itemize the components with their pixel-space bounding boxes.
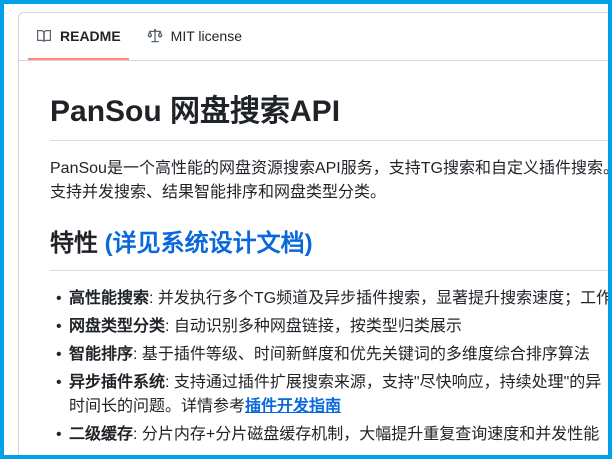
feature-label: 高性能搜索 [69, 290, 149, 307]
features-heading-text: 特性 [50, 230, 105, 257]
file-tabbar: README [19, 13, 612, 61]
tab-mit-license-label: MIT license [171, 28, 242, 44]
intro-line: PanSou是一个高性能的网盘资源搜索API服务，支持TG搜索和自定义插件搜索。 [50, 157, 612, 181]
readme-card: README [18, 12, 612, 459]
book-icon [36, 28, 52, 44]
feature-label: 二级缓存 [69, 426, 133, 443]
readme-content: PanSou 网盘搜索API PanSou是一个高性能的网盘资源搜索API服务，… [19, 61, 612, 459]
feature-label: 网盘类型分类 [69, 318, 165, 335]
feature-text-continued: 时间长的问题。详情参考插件开发指南 [69, 395, 612, 419]
feature-text: : 分片内存+分片磁盘缓存机制，大幅提升重复查询速度和并发性能 [133, 426, 599, 443]
feature-text: : 支持通过插件扩展搜索来源，支持"尽快响应，持续处理"的异 [165, 374, 601, 391]
tab-readme-label: README [60, 28, 121, 44]
list-item: 智能排序: 基于插件等级、时间新鲜度和优先关键词的多维度综合排序算法 [69, 343, 612, 367]
features-heading: 特性 (详见系统设计文档) [50, 229, 612, 271]
features-list: 高性能搜索: 并发执行多个TG频道及异步插件搜索，显著提升搜索速度；工作 网盘类… [50, 287, 612, 447]
feature-text: : 基于插件等级、时间新鲜度和优先关键词的多维度综合排序算法 [133, 346, 590, 363]
feature-text: : 自动识别多种网盘链接，按类型归类展示 [165, 318, 462, 335]
intro-paragraph: PanSou是一个高性能的网盘资源搜索API服务，支持TG搜索和自定义插件搜索。… [50, 157, 612, 205]
feature-label: 智能排序 [69, 346, 133, 363]
list-item: 二级缓存: 分片内存+分片磁盘缓存机制，大幅提升重复查询速度和并发性能 [69, 423, 612, 447]
tab-mit-license[interactable]: MIT license [139, 13, 250, 60]
page-title: PanSou 网盘搜索API [50, 93, 612, 141]
intro-line: 支持并发搜索、结果智能排序和网盘类型分类。 [50, 181, 612, 205]
list-item: 网盘类型分类: 自动识别多种网盘链接，按类型归类展示 [69, 315, 612, 339]
tab-readme[interactable]: README [28, 13, 129, 60]
feature-label: 异步插件系统 [69, 374, 165, 391]
screenshot-root: README [0, 0, 612, 459]
list-item: 高性能搜索: 并发执行多个TG频道及异步插件搜索，显著提升搜索速度；工作 [69, 287, 612, 311]
design-doc-link[interactable]: (详见系统设计文档) [105, 230, 313, 257]
feature-text: : 并发执行多个TG频道及异步插件搜索，显著提升搜索速度；工作 [149, 290, 612, 307]
list-item: 异步插件系统: 支持通过插件扩展搜索来源，支持"尽快响应，持续处理"的异 时间长… [69, 371, 612, 419]
plugin-dev-guide-link[interactable]: 插件开发指南 [245, 398, 341, 415]
law-icon [147, 28, 163, 44]
